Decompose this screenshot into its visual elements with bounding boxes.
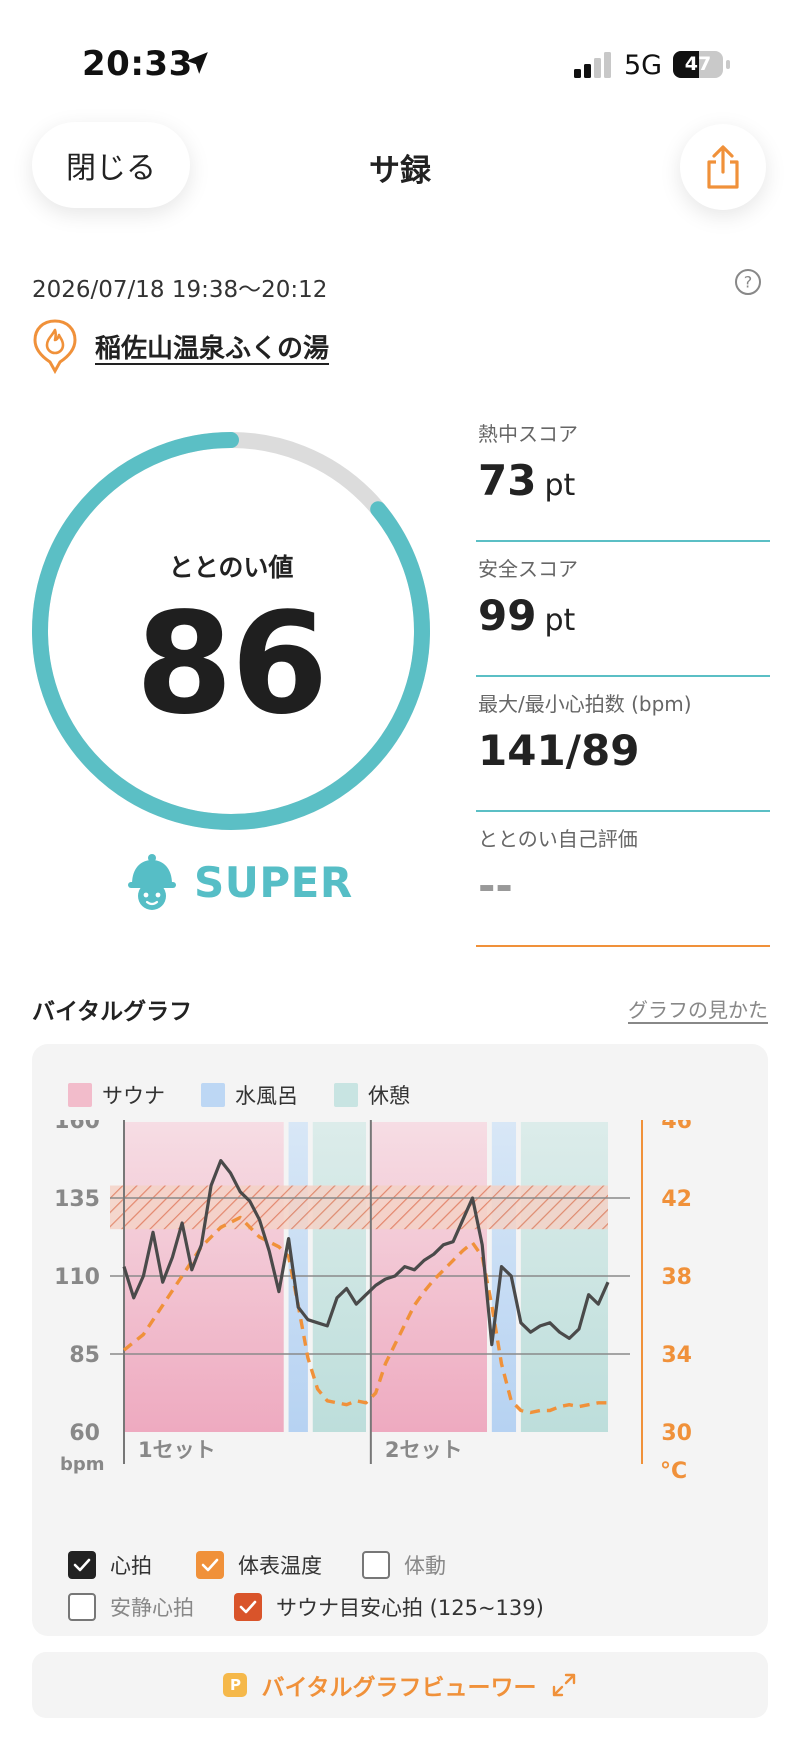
- y-left-tick-label: 85: [69, 1343, 100, 1368]
- rank-label: SUPER: [194, 858, 353, 907]
- location-arrow-icon: [186, 52, 208, 74]
- vital-graph-title: バイタルグラフ: [32, 999, 193, 1025]
- share-icon: [707, 145, 739, 189]
- sauna-location-icon: [33, 319, 77, 374]
- check-icon: [201, 1558, 219, 1572]
- checkbox-checked[interactable]: [68, 1551, 96, 1579]
- target-hr-band: [110, 1185, 608, 1230]
- score-value: 73 pt: [478, 456, 576, 505]
- toggle-label: サウナ目安心拍 (125~139): [276, 1596, 544, 1620]
- battery-icon: 47: [673, 51, 731, 78]
- y-right-tick-label: 46: [661, 1120, 692, 1134]
- score-underline: [476, 945, 770, 947]
- network-label: 5G: [624, 50, 663, 81]
- svg-text:?: ?: [744, 273, 753, 292]
- score-value: 99 pt: [478, 591, 576, 640]
- legend-label: 水風呂: [235, 1084, 298, 1108]
- graph-guide-link[interactable]: グラフの見かた: [620, 994, 768, 1023]
- segment-sauna: [124, 1122, 284, 1432]
- toggle-sauna-target-hr[interactable]: サウナ目安心拍 (125~139): [234, 1592, 544, 1622]
- y-right-tick-label: 42: [661, 1187, 692, 1212]
- viewer-label: バイタルグラフビューワー: [261, 1675, 537, 1701]
- y-right-tick-label: 34: [661, 1343, 692, 1368]
- close-button[interactable]: 閉じる: [32, 122, 190, 208]
- y-left-unit-label: bpm: [60, 1454, 105, 1475]
- y-right-unit-label: °C: [660, 1459, 687, 1484]
- score-label: ととのい自己評価: [478, 827, 638, 851]
- heat-score: 熱中スコア 73 pt: [476, 418, 770, 542]
- legend-swatch: [68, 1083, 92, 1107]
- toggle-skin-temp[interactable]: 体表温度: [196, 1550, 322, 1580]
- score-label: 熱中スコア: [478, 422, 578, 446]
- checkbox-unchecked[interactable]: [362, 1551, 390, 1579]
- toggle-label: 心拍: [110, 1554, 152, 1578]
- vital-graph-card: サウナ 水風呂 休憩 160 46 135 42 110 38 85 34 60…: [32, 1044, 768, 1636]
- toggle-row-2: 安静心拍 サウナ目安心拍 (125~139): [68, 1592, 544, 1622]
- expand-icon: [552, 1673, 575, 1697]
- legend-label: 休憩: [368, 1084, 410, 1108]
- facility-link[interactable]: 稲佐山温泉ふくの湯: [95, 328, 329, 365]
- y-left-tick-label: 160: [54, 1120, 100, 1134]
- safety-score: 安全スコア 99 pt: [476, 553, 770, 677]
- y-left-tick-label: 60: [69, 1421, 100, 1446]
- toggle-row-1: 心拍 体表温度 体動: [68, 1550, 446, 1580]
- toggle-label: 体動: [404, 1554, 446, 1578]
- legend-item-cold-bath: 水風呂: [201, 1080, 298, 1110]
- help-icon[interactable]: ?: [734, 268, 762, 296]
- graph-legend: サウナ 水風呂 休憩: [68, 1080, 432, 1110]
- legend-label: サウナ: [102, 1084, 165, 1108]
- score-label: 安全スコア: [478, 557, 578, 581]
- totonoi-value: 86: [135, 583, 329, 746]
- x-set-label: 2セット: [385, 1438, 463, 1462]
- signal-icon: [574, 52, 611, 78]
- y-right-tick-label: 38: [661, 1265, 692, 1290]
- session-datetime: 2026/07/18 19:38～20:12: [32, 277, 328, 303]
- x-set-label: 1セット: [138, 1438, 216, 1462]
- y-left-tick-label: 135: [54, 1187, 100, 1212]
- toggle-body-motion[interactable]: 体動: [362, 1550, 446, 1580]
- totonoi-label: ととのい値: [168, 553, 294, 582]
- legend-item-rest: 休憩: [334, 1080, 410, 1110]
- premium-badge-icon: P: [223, 1673, 248, 1697]
- vital-graph-viewer-button[interactable]: P バイタルグラフビューワー: [32, 1652, 768, 1718]
- segment-rest: [312, 1122, 366, 1432]
- checkbox-checked[interactable]: [196, 1551, 224, 1579]
- page-title: サ録: [369, 153, 431, 189]
- score-underline: [476, 810, 770, 812]
- vital-chart: 160 46 135 42 110 38 85 34 60 30 bpm °C 1セット 2セット: [54, 1120, 692, 1484]
- toggle-label: 安静心拍: [110, 1596, 194, 1620]
- check-icon: [73, 1558, 91, 1572]
- self-evaluation[interactable]: ととのい自己評価 --: [476, 823, 770, 947]
- score-label: 最大/最小心拍数 (bpm): [478, 692, 692, 716]
- sauna-hat-icon: [128, 854, 176, 910]
- battery-level: 47: [684, 53, 712, 75]
- status-time: 20:33: [82, 44, 193, 84]
- legend-swatch: [201, 1083, 225, 1107]
- legend-item-sauna: サウナ: [68, 1080, 165, 1110]
- score-underline: [476, 675, 770, 677]
- legend-swatch: [334, 1083, 358, 1107]
- checkbox-unchecked[interactable]: [68, 1593, 96, 1621]
- checkbox-checked[interactable]: [234, 1593, 262, 1621]
- heart-rate-minmax: 最大/最小心拍数 (bpm) 141/89: [476, 688, 770, 812]
- share-button[interactable]: [680, 124, 766, 210]
- toggle-label: 体表温度: [238, 1554, 322, 1578]
- score-value: --: [478, 861, 513, 910]
- status-bar: 20:33 5G 47: [0, 0, 800, 120]
- score-underline: [476, 540, 770, 542]
- check-icon: [239, 1600, 257, 1614]
- y-right-tick-label: 30: [661, 1421, 692, 1446]
- score-value: 141/89: [478, 726, 640, 775]
- toggle-resting-hr[interactable]: 安静心拍: [68, 1592, 194, 1622]
- toggle-heart-rate[interactable]: 心拍: [68, 1550, 152, 1580]
- segment-rest: [520, 1122, 608, 1432]
- y-left-tick-label: 110: [54, 1265, 100, 1290]
